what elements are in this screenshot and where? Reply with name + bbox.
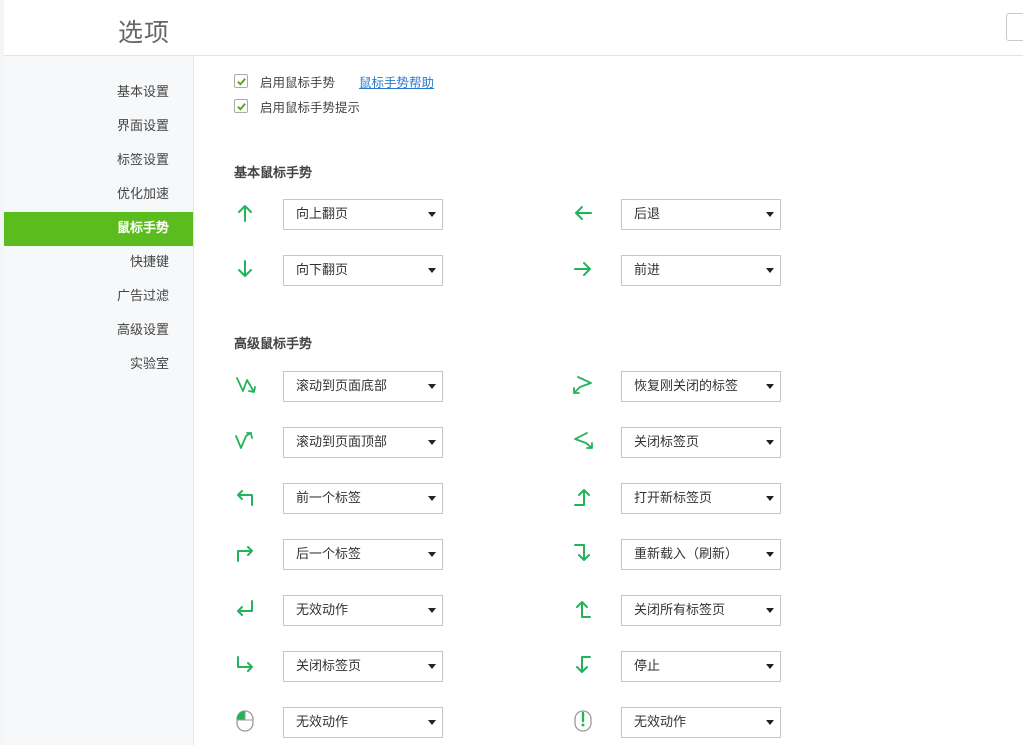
gesture-select-down[interactable]: 向下翻页 bbox=[283, 255, 443, 286]
gesture-select-up[interactable]: 向上翻页 bbox=[283, 199, 443, 230]
enable-hint-label: 启用鼠标手势提示 bbox=[260, 99, 361, 115]
gesture-select-left-right[interactable]: 关闭标签页 bbox=[621, 427, 781, 458]
gesture-select-value: 滚动到页面顶部 bbox=[296, 435, 388, 450]
chevron-down-icon bbox=[766, 384, 774, 389]
up-left-gesture-icon bbox=[234, 486, 256, 508]
arrow-right-icon bbox=[572, 258, 594, 280]
enable-hint-row: 启用鼠标手势提示 bbox=[234, 97, 360, 115]
gesture-select-value: 关闭标签页 bbox=[634, 435, 700, 450]
gesture-select-value: 无效动作 bbox=[296, 603, 349, 618]
chevron-down-icon bbox=[766, 552, 774, 557]
up-right-gesture-icon bbox=[234, 542, 256, 564]
right-up-gesture-icon bbox=[572, 598, 594, 620]
sidebar-item-interface[interactable]: 界面设置 bbox=[4, 110, 193, 144]
gesture-select-right-left[interactable]: 恢复刚关闭的标签 bbox=[621, 371, 781, 402]
gesture-select-value: 向下翻页 bbox=[296, 263, 349, 278]
enable-hint-checkbox[interactable] bbox=[234, 99, 248, 113]
chevron-down-icon bbox=[428, 440, 436, 445]
right-left-gesture-icon bbox=[572, 374, 594, 396]
gesture-select-value: 关闭所有标签页 bbox=[634, 603, 726, 618]
gesture-select-right-up[interactable]: 关闭所有标签页 bbox=[621, 595, 781, 626]
basic-gesture-section-title: 基本鼠标手势 bbox=[234, 166, 313, 181]
gesture-select-value: 前进 bbox=[634, 263, 661, 278]
chevron-down-icon bbox=[428, 496, 436, 501]
search-box[interactable] bbox=[1006, 13, 1023, 41]
sidebar-item-shortcuts[interactable]: 快捷键 bbox=[4, 246, 193, 280]
arrow-left-icon bbox=[572, 202, 594, 224]
gesture-select-down-right[interactable]: 关闭标签页 bbox=[283, 651, 443, 682]
gesture-select-value: 恢复刚关闭的标签 bbox=[634, 379, 739, 394]
gesture-select-value: 无效动作 bbox=[634, 715, 687, 730]
check-icon bbox=[236, 102, 246, 111]
gesture-help-link[interactable]: 鼠标手势帮助 bbox=[359, 72, 434, 91]
down-up-gesture-icon bbox=[234, 430, 256, 452]
gesture-select-down-up[interactable]: 滚动到页面顶部 bbox=[283, 427, 443, 458]
gesture-select-left-down[interactable]: 停止 bbox=[621, 651, 781, 682]
gesture-select-value: 重新载入（刷新） bbox=[634, 547, 739, 562]
gesture-select-value: 后一个标签 bbox=[296, 547, 362, 562]
chevron-down-icon bbox=[428, 268, 436, 273]
main-content: 启用鼠标手势 鼠标手势帮助 启用鼠标手势提示 基本鼠标手势 向上翻页 后退 向下… bbox=[194, 56, 1023, 745]
sidebar-item-adblock[interactable]: 广告过滤 bbox=[4, 280, 193, 314]
chevron-down-icon bbox=[428, 552, 436, 557]
chevron-down-icon bbox=[766, 496, 774, 501]
left-down-gesture-icon bbox=[572, 654, 594, 676]
chevron-down-icon bbox=[428, 664, 436, 669]
chevron-down-icon bbox=[766, 720, 774, 725]
down-right-gesture-icon bbox=[234, 654, 256, 676]
page-title: 选项 bbox=[118, 18, 171, 47]
enable-gesture-checkbox[interactable] bbox=[234, 74, 248, 88]
gesture-select-right-down[interactable]: 重新载入（刷新） bbox=[621, 539, 781, 570]
sidebar-item-basic[interactable]: 基本设置 bbox=[4, 76, 193, 110]
sidebar: 基本设置 界面设置 标签设置 优化加速 鼠标手势 快捷键 广告过滤 高级设置 实… bbox=[4, 56, 194, 745]
chevron-down-icon bbox=[428, 608, 436, 613]
gesture-select-value: 后退 bbox=[634, 207, 661, 222]
gesture-select-right[interactable]: 前进 bbox=[621, 255, 781, 286]
gesture-select-down-left[interactable]: 无效动作 bbox=[283, 595, 443, 626]
mouse-wheel-click-icon bbox=[572, 710, 594, 732]
arrow-down-icon bbox=[234, 258, 256, 280]
check-icon bbox=[236, 77, 246, 86]
gesture-select-up-down[interactable]: 滚动到页面底部 bbox=[283, 371, 443, 402]
advanced-gesture-section-title: 高级鼠标手势 bbox=[234, 337, 313, 352]
sidebar-item-tabs[interactable]: 标签设置 bbox=[4, 144, 193, 178]
sidebar-item-mouse-gesture[interactable]: 鼠标手势 bbox=[4, 212, 193, 246]
sidebar-item-lab[interactable]: 实验室 bbox=[4, 348, 193, 382]
header-bar: 选项 bbox=[0, 0, 1023, 56]
chevron-down-icon bbox=[428, 720, 436, 725]
chevron-down-icon bbox=[766, 664, 774, 669]
sidebar-item-optimize[interactable]: 优化加速 bbox=[4, 178, 193, 212]
gesture-select-value: 关闭标签页 bbox=[296, 659, 362, 674]
gesture-select-value: 滚动到页面底部 bbox=[296, 379, 388, 394]
gesture-select-value: 打开新标签页 bbox=[634, 491, 713, 506]
gesture-select-left[interactable]: 后退 bbox=[621, 199, 781, 230]
mouse-left-right-click-icon bbox=[234, 710, 256, 732]
enable-gesture-label: 启用鼠标手势 bbox=[260, 74, 336, 90]
enable-gesture-row: 启用鼠标手势 鼠标手势帮助 bbox=[234, 72, 434, 90]
gesture-select-value: 无效动作 bbox=[296, 715, 349, 730]
right-down-gesture-icon bbox=[572, 542, 594, 564]
arrow-up-icon bbox=[234, 202, 256, 224]
up-down-gesture-icon bbox=[234, 374, 256, 396]
left-right-gesture-icon bbox=[572, 430, 594, 452]
gesture-select-mouse-click[interactable]: 无效动作 bbox=[283, 707, 443, 738]
gesture-select-up-right[interactable]: 后一个标签 bbox=[283, 539, 443, 570]
down-left-gesture-icon bbox=[234, 598, 256, 620]
gesture-select-up-left[interactable]: 前一个标签 bbox=[283, 483, 443, 514]
gesture-select-value: 向上翻页 bbox=[296, 207, 349, 222]
gesture-select-value: 前一个标签 bbox=[296, 491, 362, 506]
chevron-down-icon bbox=[766, 212, 774, 217]
chevron-down-icon bbox=[766, 440, 774, 445]
chevron-down-icon bbox=[766, 608, 774, 613]
gesture-select-value: 停止 bbox=[634, 659, 661, 674]
sidebar-item-advanced[interactable]: 高级设置 bbox=[4, 314, 193, 348]
chevron-down-icon bbox=[428, 384, 436, 389]
chevron-down-icon bbox=[428, 212, 436, 217]
gesture-select-wheel-click[interactable]: 无效动作 bbox=[621, 707, 781, 738]
chevron-down-icon bbox=[766, 268, 774, 273]
left-up-gesture-icon bbox=[572, 486, 594, 508]
gesture-select-left-up[interactable]: 打开新标签页 bbox=[621, 483, 781, 514]
